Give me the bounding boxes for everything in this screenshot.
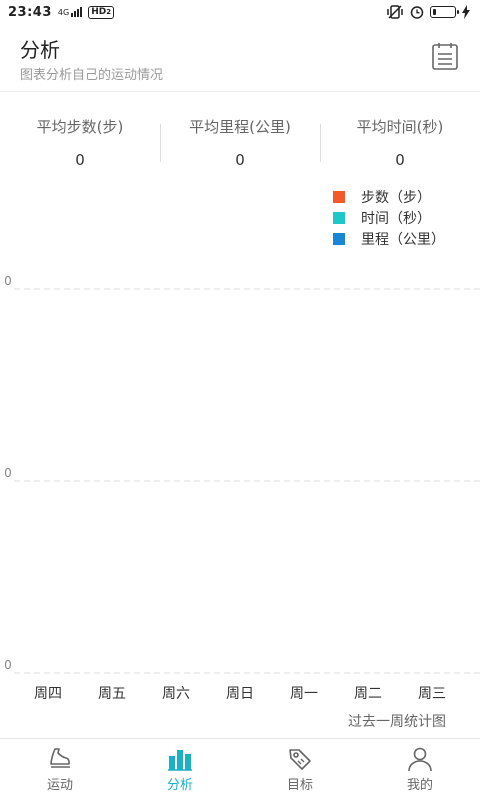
stat-label: 平均步数(步) [36, 118, 124, 136]
stat-value: 0 [235, 151, 245, 169]
stats-summary: 平均步数(步) 0 平均里程(公里) 0 平均时间(秒) 0 [0, 112, 480, 172]
status-right [386, 5, 470, 19]
alarm-icon [410, 6, 424, 19]
x-tick-label: 周二 [354, 686, 382, 702]
person-icon [408, 747, 432, 772]
weekly-bar-chart: 0 0 0 周四 周五 周六 周日 周一 周二 周三 [0, 270, 480, 710]
nav-item-goal[interactable]: 目标 [240, 739, 360, 800]
stat-avg-distance: 平均里程(公里) 0 [160, 112, 320, 172]
bar-chart-icon [168, 750, 192, 771]
nav-item-exercise[interactable]: 运动 [0, 739, 120, 800]
y-tick-label: 0 [4, 466, 12, 480]
status-left: 23:43 4G HD2 [8, 4, 115, 20]
chart-canvas: 0 0 0 周四 周五 周六 周日 周一 周二 周三 [4, 274, 480, 702]
page-title: 分析 [20, 38, 60, 62]
sneaker-icon [50, 748, 70, 768]
stat-label: 平均里程(公里) [189, 118, 291, 136]
nav-item-analysis[interactable]: 分析 [120, 739, 240, 800]
y-tick-label: 0 [4, 274, 12, 288]
charging-icon [462, 5, 470, 19]
chart-legend: 步数（步） 时间（秒） 里程（公里） [333, 186, 445, 249]
x-tick-label: 周六 [162, 686, 190, 702]
y-tick-label: 0 [4, 658, 12, 672]
stat-value: 0 [75, 151, 85, 169]
list-document-icon[interactable] [432, 42, 458, 70]
x-tick-label: 周日 [226, 686, 254, 702]
x-tick-label: 周三 [418, 686, 446, 702]
stat-label: 平均时间(秒) [356, 118, 444, 136]
status-time: 23:43 [8, 4, 52, 20]
page-subtitle: 图表分析自己的运动情况 [20, 68, 164, 83]
chart-caption: 过去一周统计图 [348, 714, 446, 730]
stat-avg-steps: 平均步数(步) 0 [0, 112, 160, 172]
x-tick-label: 周一 [290, 686, 318, 702]
legend-item-time: 时间（秒） [333, 207, 445, 228]
network-type: 4G [57, 8, 70, 17]
legend-label: 里程（公里） [361, 231, 445, 248]
x-tick-label: 周四 [34, 686, 62, 702]
legend-item-steps: 步数（步） [333, 186, 445, 207]
stat-avg-time: 平均时间(秒) 0 [320, 112, 480, 172]
legend-item-distance: 里程（公里） [333, 228, 445, 249]
nav-label: 目标 [286, 778, 313, 793]
nav-label: 运动 [46, 778, 73, 793]
nav-label: 分析 [166, 778, 193, 793]
hd-icon: HD2 [88, 5, 115, 19]
x-tick-label: 周五 [98, 686, 126, 702]
nav-label: 我的 [406, 778, 433, 793]
nav-item-me[interactable]: 我的 [360, 739, 480, 800]
legend-swatch [333, 211, 345, 224]
tag-icon [289, 749, 311, 770]
battery-icon [430, 6, 459, 18]
legend-label: 步数（步） [361, 189, 431, 206]
signal-icon: 4G [57, 7, 83, 17]
legend-swatch [333, 232, 345, 245]
status-bar: 23:43 4G HD2 [0, 0, 480, 24]
legend-label: 时间（秒） [361, 210, 431, 227]
bottom-nav: 运动 分析 目标 我的 [0, 738, 480, 800]
legend-swatch [333, 190, 345, 203]
stat-value: 0 [395, 151, 405, 169]
page-header: 分析 图表分析自己的运动情况 [0, 24, 480, 92]
vibrate-icon [387, 5, 403, 19]
